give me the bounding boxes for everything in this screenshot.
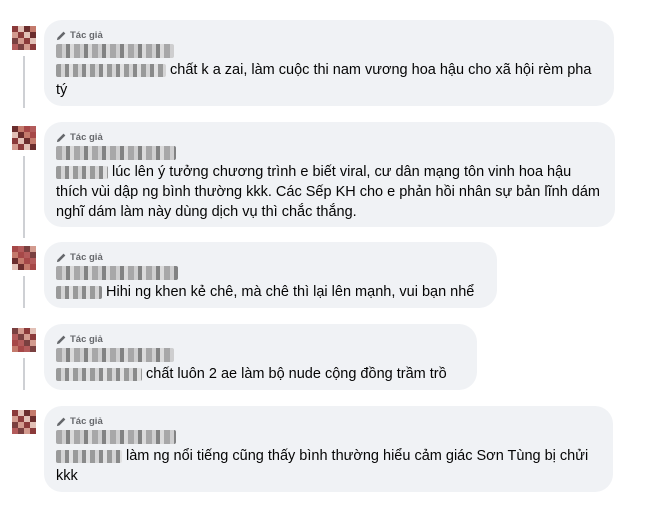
pencil-icon bbox=[56, 253, 66, 262]
comment-text: chất luôn 2 ae làm bộ nude cộng đồng trầ… bbox=[146, 366, 447, 382]
comment-bubble: Tác giả làm ng nổi tiếng cũng thấy bình … bbox=[44, 406, 613, 492]
comment-text: Hihi ng khen kẻ chê, mà chê thì lại lên … bbox=[106, 284, 475, 300]
author-badge: Tác giả bbox=[56, 414, 601, 428]
avatar-pixel bbox=[30, 346, 36, 352]
author-badge-label: Tác giả bbox=[70, 333, 103, 345]
redacted-mention[interactable] bbox=[56, 285, 102, 299]
comment-text: lúc lên ý tưởng chương trình e biết vira… bbox=[56, 164, 601, 220]
comment-text-wrap: Hihi ng khen kẻ chê, mà chê thì lại lên … bbox=[56, 282, 485, 302]
redacted-mention[interactable] bbox=[56, 449, 122, 463]
comment-bubble: Tác giả Hihi ng khen kẻ chê, mà chê thì … bbox=[44, 242, 497, 308]
avatar-pixel bbox=[30, 44, 36, 50]
author-badge: Tác giả bbox=[56, 332, 465, 346]
thread-line bbox=[23, 358, 25, 390]
pencil-icon bbox=[56, 335, 66, 344]
comment-bubble: Tác giả chất luôn 2 ae làm bộ nude cộng … bbox=[44, 324, 477, 390]
author-name-redacted[interactable] bbox=[56, 430, 176, 444]
thread-line bbox=[23, 276, 25, 308]
author-badge: Tác giả bbox=[56, 250, 485, 264]
thread-line bbox=[23, 156, 25, 238]
avatar-pixel bbox=[30, 428, 36, 434]
comment-bubble: Tác giả lúc lên ý tưởng chương trình e b… bbox=[44, 122, 615, 227]
avatar[interactable] bbox=[12, 328, 36, 352]
avatar[interactable] bbox=[12, 410, 36, 434]
author-badge-label: Tác giả bbox=[70, 251, 103, 263]
author-badge: Tác giả bbox=[56, 28, 602, 42]
redacted-mention[interactable] bbox=[56, 367, 142, 381]
author-badge-label: Tác giả bbox=[70, 29, 103, 41]
thread-line bbox=[23, 56, 25, 108]
author-name-redacted[interactable] bbox=[56, 348, 174, 362]
redacted-mention[interactable] bbox=[56, 165, 108, 179]
avatar-pixel bbox=[30, 264, 36, 270]
avatar[interactable] bbox=[12, 26, 36, 50]
redacted-mention[interactable] bbox=[56, 63, 166, 77]
author-badge: Tác giả bbox=[56, 130, 603, 144]
comment-text-wrap: làm ng nổi tiếng cũng thấy bình thường h… bbox=[56, 446, 601, 486]
comment-bubble: Tác giả chất k a zai, làm cuộc thi nam v… bbox=[44, 20, 614, 106]
avatar[interactable] bbox=[12, 126, 36, 150]
avatar-pixel bbox=[30, 144, 36, 150]
avatar[interactable] bbox=[12, 246, 36, 270]
pencil-icon bbox=[56, 133, 66, 142]
pencil-icon bbox=[56, 31, 66, 40]
author-name-redacted[interactable] bbox=[56, 44, 174, 58]
author-badge-label: Tác giả bbox=[70, 415, 103, 427]
pencil-icon bbox=[56, 417, 66, 426]
comment-text-wrap: chất luôn 2 ae làm bộ nude cộng đồng trầ… bbox=[56, 364, 465, 384]
author-badge-label: Tác giả bbox=[70, 131, 103, 143]
comment-text-wrap: lúc lên ý tưởng chương trình e biết vira… bbox=[56, 162, 603, 222]
author-name-redacted[interactable] bbox=[56, 266, 178, 280]
author-name-redacted[interactable] bbox=[56, 146, 176, 160]
comment-text-wrap: chất k a zai, làm cuộc thi nam vương hoa… bbox=[56, 60, 602, 100]
comment-text: làm ng nổi tiếng cũng thấy bình thường h… bbox=[56, 448, 589, 484]
